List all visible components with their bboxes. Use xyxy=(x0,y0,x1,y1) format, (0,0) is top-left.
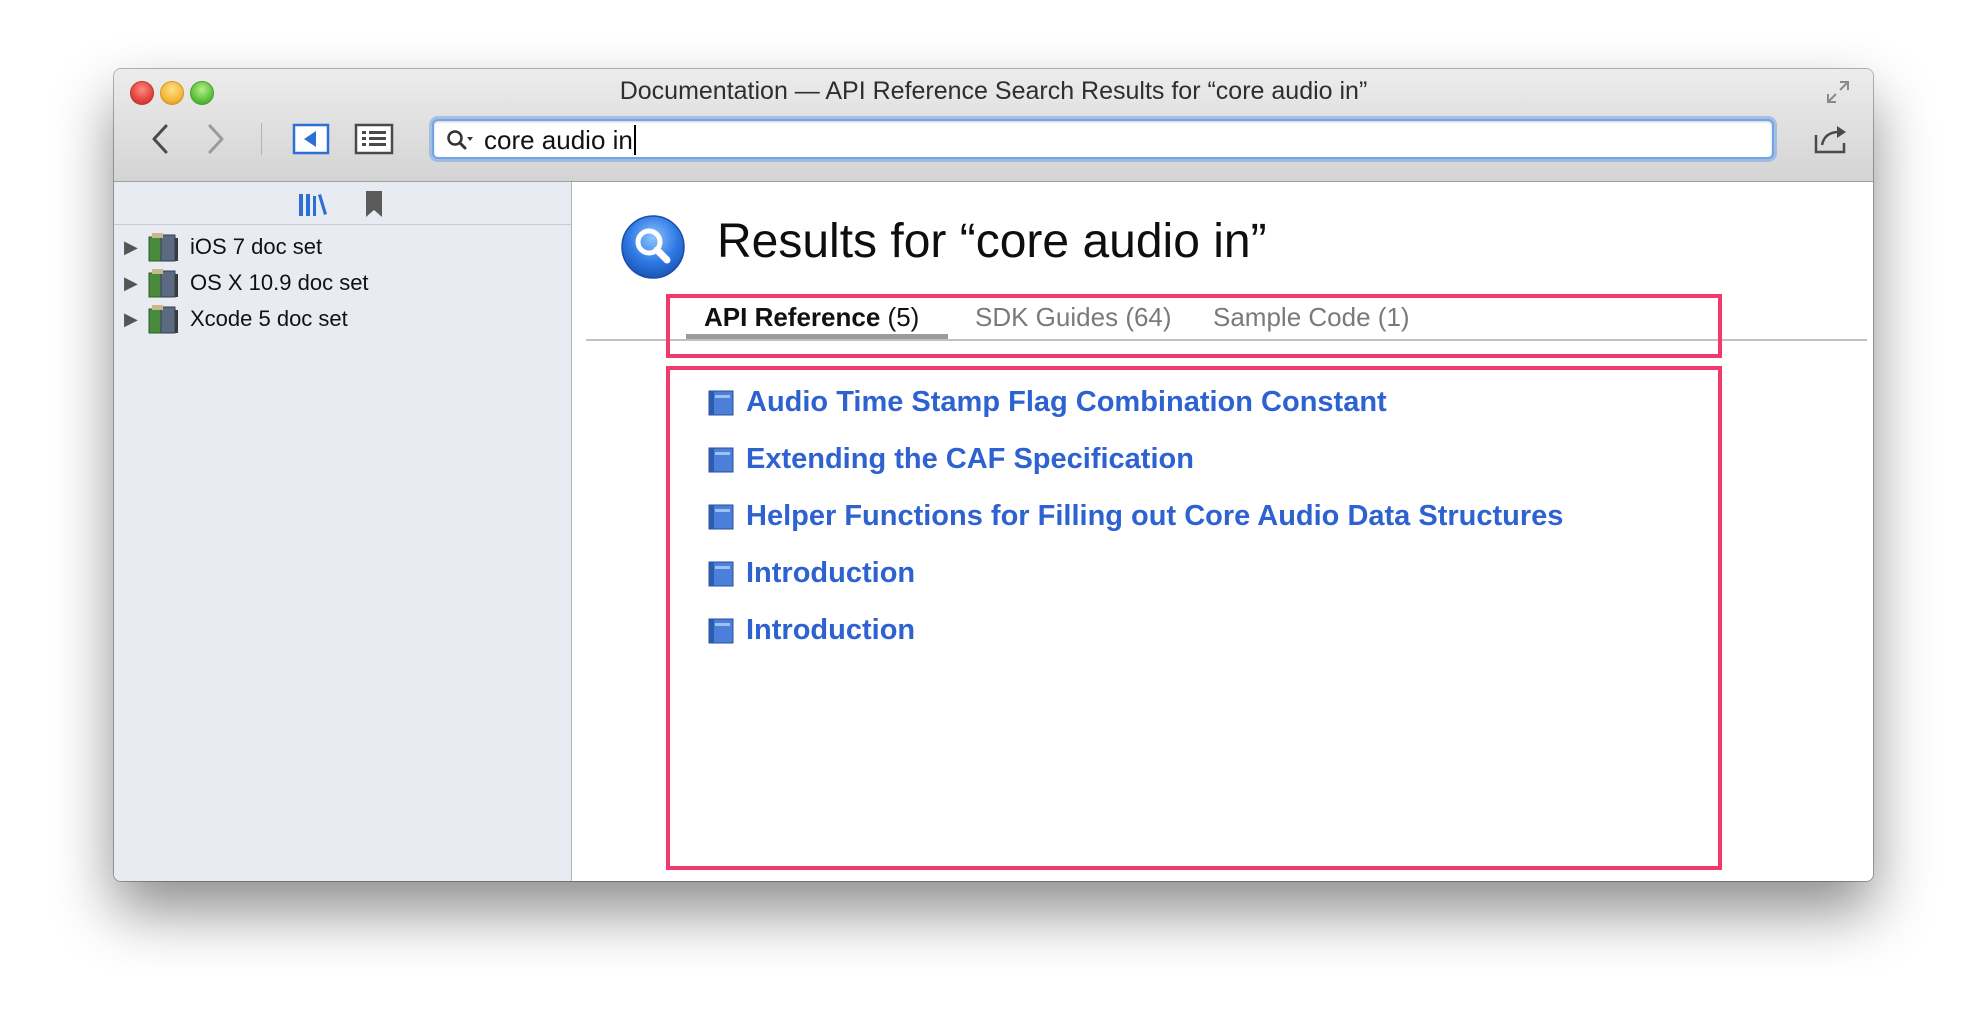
sidebar: ▶ iOS 7 doc set ▶ OS X 10.9 doc set ▶ Xc… xyxy=(114,182,572,881)
sidebar-item-label: iOS 7 doc set xyxy=(190,234,323,259)
chevron-right-icon[interactable] xyxy=(198,121,232,157)
list-icon[interactable] xyxy=(354,121,394,157)
sidebar-item-label: OS X 10.9 doc set xyxy=(190,270,369,295)
disclosure-triangle-icon[interactable]: ▶ xyxy=(124,237,146,258)
docset-book-icon xyxy=(148,305,178,334)
search-icon[interactable] xyxy=(446,128,476,152)
library-icon[interactable] xyxy=(298,192,328,216)
text-caret xyxy=(633,125,636,155)
sidebar-item-xcode5[interactable]: ▶ Xcode 5 doc set xyxy=(124,302,348,336)
fullscreen-icon[interactable] xyxy=(1825,79,1851,105)
share-icon[interactable] xyxy=(1813,123,1849,155)
docset-book-icon xyxy=(148,269,178,298)
search-input[interactable]: core audio in xyxy=(432,119,1774,159)
tabs-highlight-box xyxy=(666,294,1722,358)
sidebar-tabs xyxy=(114,182,571,225)
disclosure-triangle-icon[interactable]: ▶ xyxy=(124,273,146,294)
docset-book-icon xyxy=(148,233,178,262)
documentation-window: Documentation — API Reference Search Res… xyxy=(114,69,1873,881)
results-highlight-box xyxy=(666,366,1722,870)
search-results-icon xyxy=(621,215,685,279)
page-title: Results for “core audio in” xyxy=(717,215,1267,268)
window-title: Documentation — API Reference Search Res… xyxy=(619,77,1368,105)
sidebar-item-ios7[interactable]: ▶ iOS 7 doc set xyxy=(124,230,322,264)
sidebar-toggle-icon[interactable] xyxy=(292,121,330,157)
toolbar: Documentation — API Reference Search Res… xyxy=(114,69,1873,182)
toolbar-separator xyxy=(261,123,262,155)
disclosure-triangle-icon[interactable]: ▶ xyxy=(124,309,146,330)
bookmark-icon[interactable] xyxy=(364,190,384,218)
results-pane: Results for “core audio in” API Referenc… xyxy=(572,182,1873,881)
sidebar-item-label: Xcode 5 doc set xyxy=(190,306,348,331)
sidebar-item-osx[interactable]: ▶ OS X 10.9 doc set xyxy=(124,266,369,300)
chevron-left-icon[interactable] xyxy=(144,121,178,157)
search-query-text: core audio in xyxy=(484,125,633,155)
